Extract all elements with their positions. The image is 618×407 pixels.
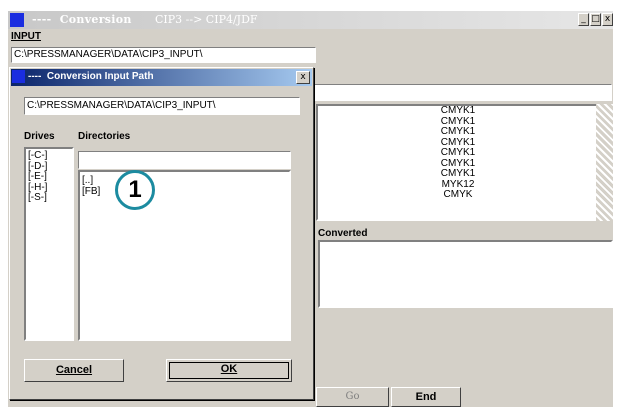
list-hatched-edge bbox=[596, 104, 613, 221]
drives-list[interactable]: [-C-] [-D-] [-E-] [-H-] [-S-] bbox=[24, 147, 74, 341]
list-item[interactable]: CMYK1 bbox=[318, 126, 598, 138]
list-item[interactable]: [-E-] bbox=[28, 171, 47, 183]
close-button[interactable]: x bbox=[602, 13, 613, 26]
output-path-field[interactable] bbox=[310, 84, 612, 101]
ok-button[interactable]: OK bbox=[166, 359, 292, 382]
converted-label: Converted bbox=[318, 228, 368, 239]
input-label: INPUT bbox=[11, 31, 41, 42]
list-item[interactable]: [FB] bbox=[82, 186, 100, 198]
drives-label: Drives bbox=[24, 131, 55, 142]
file-list[interactable]: CMYK1 CMYK1 CMYK1 CMYK1 CMYK1 CMYK1 CMYK… bbox=[316, 104, 613, 221]
converted-list[interactable] bbox=[318, 240, 613, 308]
window-title: ---- Conversion bbox=[32, 13, 132, 26]
cancel-label: Cancel bbox=[55, 364, 93, 376]
list-item[interactable]: CMYK1 bbox=[318, 168, 598, 180]
input-path-field[interactable]: C:\PRESSMANAGER\DATA\CIP3_INPUT\ bbox=[11, 47, 316, 63]
directories-list[interactable]: [..] [FB] bbox=[78, 170, 291, 341]
minimize-button[interactable]: _ bbox=[578, 13, 589, 26]
list-item[interactable]: CMYK1 bbox=[318, 147, 598, 159]
window-controls: _ □ x bbox=[578, 13, 613, 27]
dialog-close-button[interactable]: x bbox=[296, 71, 310, 84]
list-item[interactable]: [..] bbox=[82, 175, 100, 187]
list-item[interactable]: [-S-] bbox=[28, 192, 47, 204]
directory-filter-field[interactable] bbox=[78, 151, 291, 169]
dialog-path-field[interactable]: C:\PRESSMANAGER\DATA\CIP3_INPUT\ bbox=[24, 97, 300, 115]
directories-label: Directories bbox=[78, 131, 131, 142]
step-callout-marker: 1 bbox=[115, 170, 155, 210]
list-item[interactable]: [-C-] bbox=[28, 150, 47, 162]
app-icon bbox=[10, 13, 24, 27]
list-item[interactable]: CMYK1 bbox=[318, 105, 598, 117]
dialog-icon bbox=[12, 70, 25, 83]
end-button[interactable]: End bbox=[391, 387, 461, 407]
ok-label: OK bbox=[220, 363, 238, 375]
cancel-button[interactable]: Cancel bbox=[24, 359, 124, 382]
list-item[interactable]: CMYK bbox=[318, 189, 598, 201]
go-button[interactable]: Go bbox=[316, 387, 389, 407]
window-subtitle: CIP3 --> CIP4/JDF bbox=[155, 13, 258, 26]
dialog-title: ---- Conversion Input Path bbox=[28, 71, 154, 82]
maximize-button[interactable]: □ bbox=[590, 13, 601, 26]
